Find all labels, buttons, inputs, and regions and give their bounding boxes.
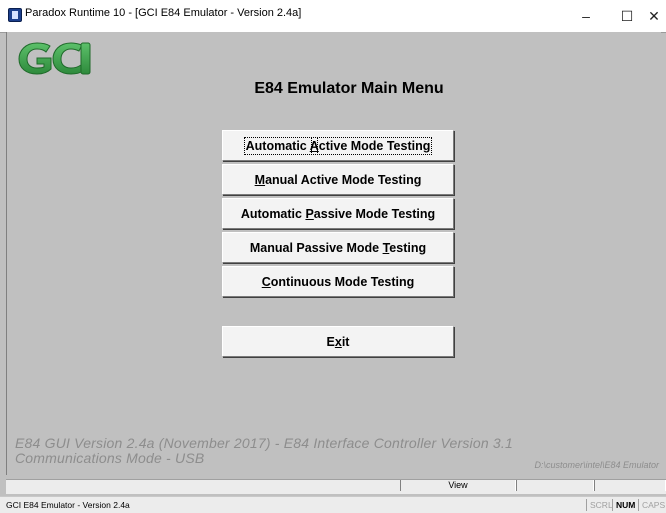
paradox-app-icon[interactable] <box>8 8 22 22</box>
communications-mode-text: Communications Mode - USB <box>15 450 205 466</box>
gci-logo <box>18 42 91 75</box>
app-window: Paradox Runtime 10 - [GCI E84 Emulator -… <box>0 0 666 513</box>
status-panel-end <box>594 480 666 491</box>
exit-button[interactable]: Exit <box>222 326 454 357</box>
version-info-text: E84 GUI Version 2.4a (November 2017) - E… <box>15 435 513 451</box>
close-button[interactable]: ✕ <box>642 0 666 32</box>
automatic-active-mode-testing-button[interactable]: Automatic Active Mode Testing <box>222 130 454 161</box>
caps-lock-indicator: CAPS <box>638 499 666 511</box>
manual-passive-mode-testing-button[interactable]: Manual Passive Mode Testing <box>222 232 454 263</box>
automatic-passive-mode-testing-button[interactable]: Automatic Passive Mode Testing <box>222 198 454 229</box>
num-lock-indicator: NUM <box>612 499 638 511</box>
status-text: GCI E84 Emulator - Version 2.4a <box>6 500 130 510</box>
status-bar: GCI E84 Emulator - Version 2.4a SCRL NUM… <box>0 496 666 513</box>
title-bar: Paradox Runtime 10 - [GCI E84 Emulator -… <box>0 0 666 33</box>
status-panel <box>516 480 594 491</box>
main-form: E84 Emulator Main Menu Automatic Active … <box>6 32 661 475</box>
manual-active-mode-testing-button[interactable]: Manual Active Mode Testing <box>222 164 454 195</box>
window-title: Paradox Runtime 10 - [GCI E84 Emulator -… <box>25 7 302 19</box>
minimize-button[interactable]: – <box>566 0 606 32</box>
continuous-mode-testing-button[interactable]: Continuous Mode Testing <box>222 266 454 297</box>
view-panel: View <box>400 480 516 491</box>
maximize-button[interactable]: ☐ <box>607 0 647 32</box>
page-title: E84 Emulator Main Menu <box>254 80 444 97</box>
file-path-text: D:\customer\intel\E84 Emulator <box>534 460 659 470</box>
